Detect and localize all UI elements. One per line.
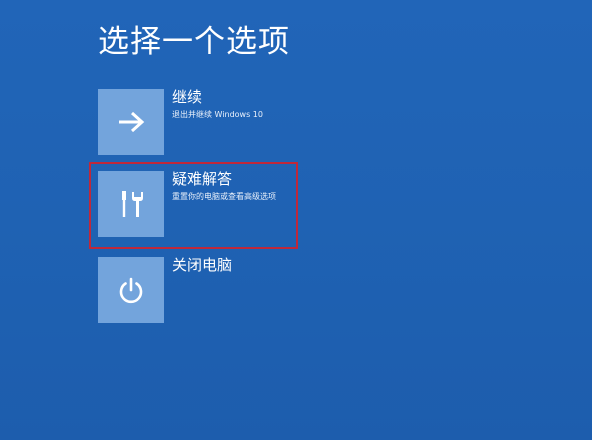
shutdown-option[interactable]: 关闭电脑	[98, 256, 298, 323]
troubleshoot-tile[interactable]	[98, 171, 164, 237]
continue-tile[interactable]	[98, 89, 164, 155]
continue-option[interactable]: 继续 退出并继续 Windows 10	[98, 88, 298, 155]
arrow-right-icon	[119, 111, 145, 133]
troubleshoot-label: 疑难解答	[172, 170, 233, 188]
continue-label: 继续	[172, 88, 203, 106]
shutdown-label: 关闭电脑	[172, 256, 233, 274]
recovery-screen: 选择一个选项 继续 退出并继续 Windows 10 疑难解答 重置你的电脑或查…	[0, 0, 592, 440]
troubleshoot-description: 重置你的电脑或查看高级选项	[172, 192, 276, 201]
shutdown-tile[interactable]	[98, 257, 164, 323]
power-icon	[119, 277, 143, 304]
troubleshoot-option[interactable]: 疑难解答 重置你的电脑或查看高级选项	[98, 170, 298, 237]
continue-description: 退出并继续 Windows 10	[172, 110, 263, 119]
page-title: 选择一个选项	[98, 24, 290, 60]
tools-icon	[122, 191, 143, 217]
